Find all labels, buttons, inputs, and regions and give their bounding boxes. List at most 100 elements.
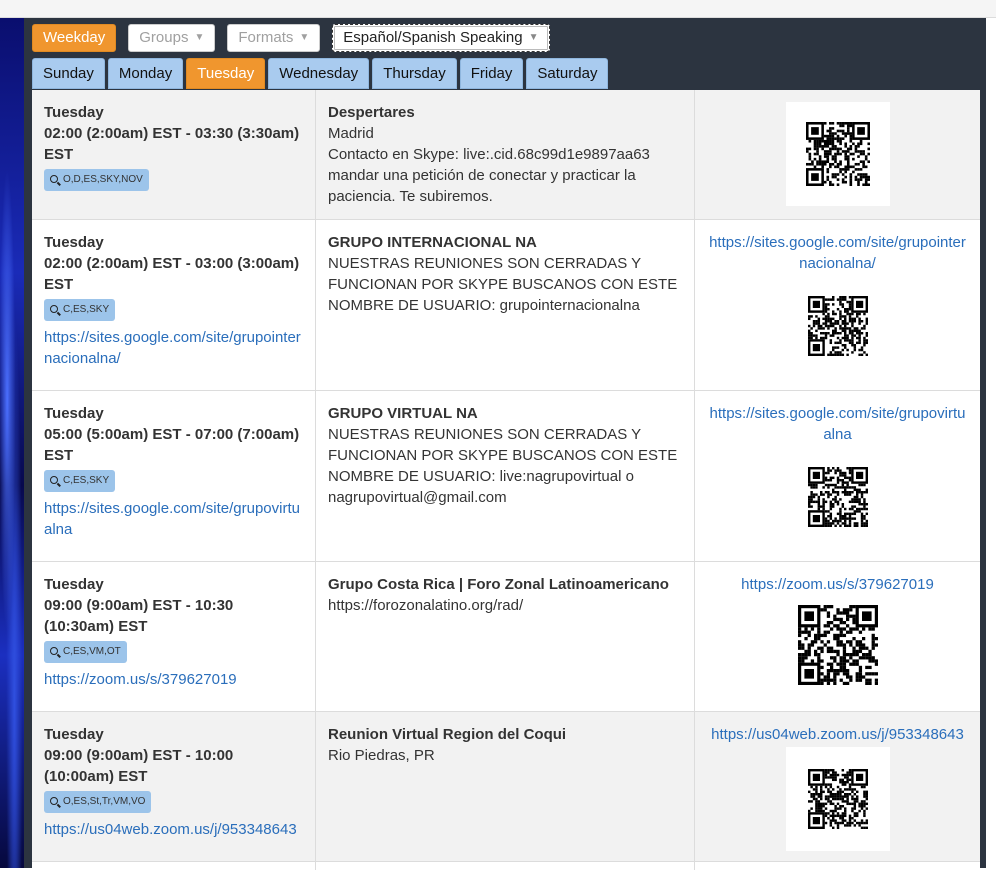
background-image [0,18,24,868]
search-icon [50,647,58,655]
tab-sunday[interactable]: Sunday [32,58,105,89]
meeting-time: 09:00 (9:00am) EST - 10:00 (10:00am) EST [44,747,234,785]
tab-saturday[interactable]: Saturday [526,58,609,89]
meeting-time: 05:00 (5:00am) EST - 07:00 (7:00am) EST [44,426,300,464]
weekday-button[interactable]: Weekday [32,24,117,52]
qr-code [785,102,890,206]
details-cell: Grupo Costa Rica | Foro Zonal Latinoamer… [316,562,695,711]
day-tabs: Sunday Monday Tuesday Wednesday Thursday… [32,58,609,89]
qr-code-image [807,296,868,356]
search-icon [50,305,58,313]
caret-down-icon: ▼ [528,32,539,44]
meeting-day: Tuesday [44,726,104,743]
meeting-time: 02:00 (2:00am) EST - 03:00 (3:00am) EST [44,255,300,293]
groups-dropdown[interactable]: Groups ▼ [128,24,216,52]
qr-code-image [805,122,870,186]
qr-code-image [807,467,868,527]
qr-code [789,597,886,693]
language-dropdown[interactable]: Español/Spanish Speaking ▼ [332,24,550,52]
qr-code-image [807,769,868,829]
details-cell [316,862,695,870]
meeting-link[interactable]: https://sites.google.com/site/grupointer… [44,327,303,369]
tab-wednesday[interactable]: Wednesday [268,58,370,89]
table-row: Tuesday 02:00 (2:00am) EST - 03:30 (3:30… [32,90,980,220]
formats-badge[interactable]: C,ES,VM,OT [44,641,127,663]
table-row: Tuesday 02:00 (2:00am) EST - 03:00 (3:00… [32,220,980,391]
formats-badge[interactable]: C,ES,SKY [44,299,116,321]
meetings-table: Tuesday 02:00 (2:00am) EST - 03:30 (3:30… [32,90,980,870]
search-icon [50,175,58,183]
formats-badge[interactable]: O,ES,St,Tr,VM,VO [44,791,152,813]
time-cell: Tuesday 02:00 (2:00am) EST - 03:00 (3:00… [32,220,316,390]
meeting-link[interactable]: https://zoom.us/s/379627019 [44,669,303,690]
qr-cell: https://zoom.us/s/379627019 [695,562,980,711]
meeting-time: 02:00 (2:00am) EST - 03:30 (3:30am) EST [44,125,300,163]
qr-cell: https://sites.google.com/site/grupointer… [695,220,980,390]
meeting-name: Reunion Virtual Region del Coqui [328,726,567,743]
time-cell: Tuesday 09:00 (9:00am) EST - 10:30 (10:3… [32,562,316,711]
formats-badge[interactable]: C,ES,SKY [44,470,116,492]
meeting-day: Tuesday [44,576,104,593]
tab-monday[interactable]: Monday [107,58,184,89]
time-cell: Tuesday 02:00 (2:00am) EST - 03:30 (3:30… [32,90,316,219]
top-strip [0,0,996,18]
table-row: Tuesday 05:00 (5:00am) EST - 07:00 (7:00… [32,391,980,562]
meeting-day: Tuesday [44,234,104,251]
qr-cell [695,90,980,219]
meeting-location: Rio Piedras, PR [328,747,435,764]
search-icon [50,797,58,805]
qr-link[interactable]: https://us04web.zoom.us/j/953348643 [707,724,968,745]
meeting-list-panel: Weekday Groups ▼ Formats ▼ Español/Spanish… [24,18,986,870]
tab-friday[interactable]: Friday [459,58,524,89]
meeting-location: Madrid [328,125,374,142]
time-cell: Tuesday 09:00 (9:00am) EST - 10:00 (10:0… [32,712,316,861]
details-cell: Despertares Madrid Contacto en Skype: li… [316,90,695,219]
formats-badge-label: C,ES,SKY [63,475,110,486]
groups-dropdown-label: Groups [139,29,189,46]
time-cell: Tuesday 05:00 (5:00am) EST - 07:00 (7:00… [32,391,316,561]
meeting-notes: NUESTRAS REUNIONES SON CERRADAS Y FUNCIO… [328,255,678,314]
meeting-time: 09:00 (9:00am) EST - 10:30 (10:30am) EST [44,597,234,635]
formats-badge-label: C,ES,VM,OT [63,646,121,657]
weekday-button-label: Weekday [43,29,106,46]
details-cell: GRUPO INTERNACIONAL NA NUESTRAS REUNIONE… [316,220,695,390]
meeting-link[interactable]: https://us04web.zoom.us/j/953348643 [44,819,303,840]
meeting-link[interactable]: https://sites.google.com/site/grupovirtu… [44,498,303,540]
meeting-name: GRUPO INTERNACIONAL NA [328,234,537,251]
formats-dropdown[interactable]: Formats ▼ [227,24,321,52]
table-row [32,862,980,870]
qr-cell: https://sites.google.com/site/grupovirtu… [695,391,980,561]
qr-link[interactable]: https://sites.google.com/site/grupovirtu… [707,403,968,445]
table-row: Tuesday 09:00 (9:00am) EST - 10:30 (10:3… [32,562,980,712]
meeting-notes: NUESTRAS REUNIONES SON CERRADAS Y FUNCIO… [328,426,678,506]
tab-thursday[interactable]: Thursday [372,58,457,89]
formats-dropdown-label: Formats [238,29,294,46]
formats-badge-label: O,D,ES,SKY,NOV [63,174,143,185]
filter-bar: Weekday Groups ▼ Formats ▼ Español/Spanish… [32,24,550,52]
meeting-name: Grupo Costa Rica | Foro Zonal Latinoamer… [328,576,669,593]
caret-down-icon: ▼ [194,32,205,44]
details-cell: Reunion Virtual Region del Coqui Rio Pie… [316,712,695,861]
qr-cell: https://us04web.zoom.us/j/953348643 [695,712,980,861]
formats-badge-label: C,ES,SKY [63,304,110,315]
formats-badge-label: O,ES,St,Tr,VM,VO [63,796,146,807]
search-icon [50,476,58,484]
language-dropdown-label: Español/Spanish Speaking [343,29,523,46]
tab-tuesday[interactable]: Tuesday [186,58,266,89]
qr-link[interactable]: https://zoom.us/s/379627019 [707,574,968,595]
qr-link[interactable]: https://sites.google.com/site/grupointer… [707,232,968,274]
qr-code [785,747,890,851]
qr-code [785,274,890,378]
meeting-day: Tuesday [44,405,104,422]
meeting-name: GRUPO VIRTUAL NA [328,405,478,422]
caret-down-icon: ▼ [299,32,310,44]
meeting-day: Tuesday [44,104,104,121]
formats-badge[interactable]: O,D,ES,SKY,NOV [44,169,149,191]
meeting-location: https://forozonalatino.org/rad/ [328,597,524,614]
qr-code-image [797,605,878,685]
meeting-name: Despertares [328,104,415,121]
qr-code [785,445,890,549]
table-row: Tuesday 09:00 (9:00am) EST - 10:00 (10:0… [32,712,980,862]
details-cell: GRUPO VIRTUAL NA NUESTRAS REUNIONES SON … [316,391,695,561]
meeting-notes: Contacto en Skype: live:.cid.68c99d1e989… [328,146,650,205]
